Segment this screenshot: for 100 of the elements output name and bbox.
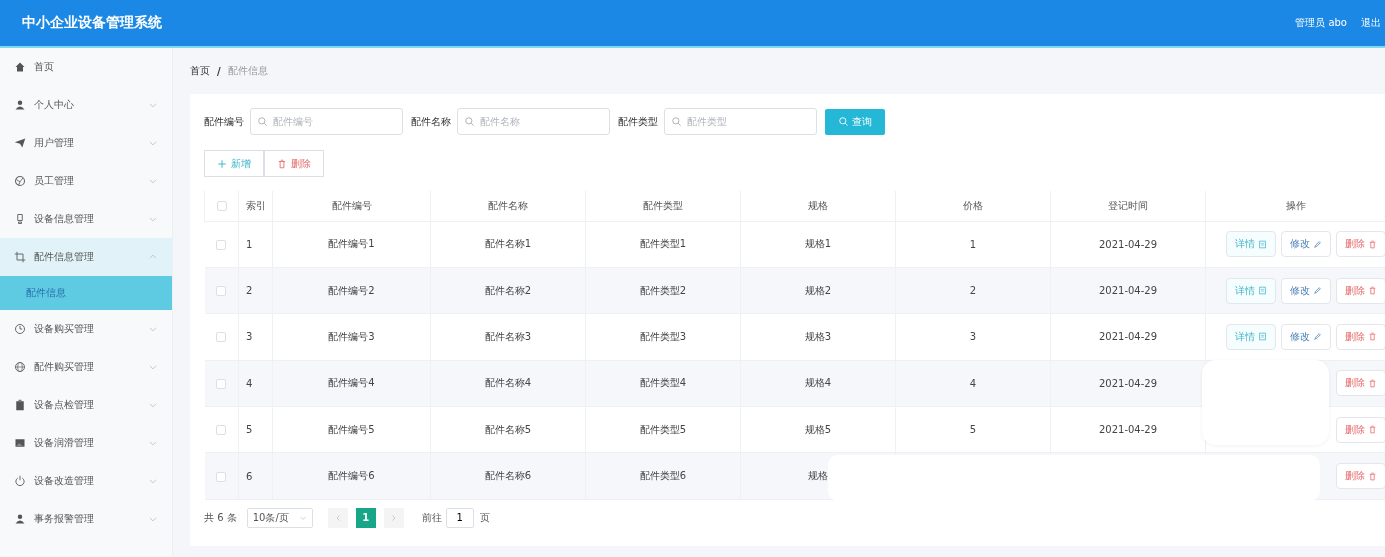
page-button[interactable]: 1 [355, 507, 376, 528]
search-button[interactable]: 查询 [825, 108, 885, 135]
table-cell: 规格2 [740, 267, 896, 314]
table-cell: 规格5 [740, 406, 896, 453]
menu-item[interactable]: 设备改造管理 [0, 462, 172, 500]
chevron-down-icon [148, 324, 158, 334]
app-title: 中小企业设备管理系统 [22, 14, 162, 32]
search-field[interactable]: 配件名称 [457, 108, 610, 135]
checkbox[interactable] [216, 425, 227, 436]
table-cell: 5 [895, 406, 1051, 453]
delete-button[interactable]: 删除 [264, 150, 324, 177]
trash-icon [1368, 425, 1377, 435]
table-cell: 1 [238, 221, 273, 268]
chevron-up-icon [148, 252, 158, 262]
table-cell: 3 [895, 313, 1051, 361]
detail-button[interactable]: 详情 [1226, 323, 1276, 350]
delete-button[interactable]: 删除 [1336, 370, 1385, 397]
breadcrumb-separator: / [217, 65, 221, 77]
image-icon [14, 437, 26, 449]
table-cell: 2021-04-29 [1050, 221, 1206, 268]
table-cell: 2 [238, 267, 273, 314]
chevron-down-icon [148, 400, 158, 410]
table-cell: 规格4 [740, 360, 896, 407]
edit-button[interactable]: 修改 [1281, 323, 1331, 350]
table-cell: 5 [238, 406, 273, 453]
field-label: 配件编号 [204, 114, 244, 129]
table-cell: 配件编号1 [272, 221, 431, 268]
checkbox[interactable] [216, 201, 227, 212]
page-unit-label: 页 [479, 510, 490, 525]
trash-icon [1368, 286, 1377, 296]
checkbox[interactable] [216, 286, 227, 297]
user-icon [14, 513, 26, 525]
column-header: 索引 [238, 191, 273, 221]
column-header: 价格 [895, 191, 1051, 221]
search-field[interactable]: 配件类型 [664, 108, 817, 135]
table-cell: 3 [238, 313, 273, 361]
previous-page-button[interactable] [327, 507, 348, 528]
page-size-select[interactable]: 10条/页 [246, 507, 313, 528]
delete-button[interactable]: 删除 [1336, 277, 1385, 304]
document-icon [1258, 332, 1267, 342]
menu-item[interactable]: 事务报警管理 [0, 500, 172, 538]
detail-button[interactable]: 详情 [1226, 231, 1276, 258]
table-cell: 4 [238, 360, 273, 407]
edit-button[interactable]: 修改 [1281, 277, 1331, 304]
menu-item[interactable]: 用户管理 [0, 124, 172, 162]
menu-item[interactable]: 员工管理 [0, 162, 172, 200]
menu-item[interactable]: 设备点检管理 [0, 386, 172, 424]
table-cell: 配件名称6 [430, 452, 586, 500]
table-cell: 配件类型1 [585, 221, 741, 268]
checkbox[interactable] [216, 471, 227, 482]
menu-item[interactable]: 首页 [0, 48, 172, 86]
pencil-icon [1313, 332, 1322, 342]
menu-item[interactable]: 个人中心 [0, 86, 172, 124]
breadcrumb-item: 配件信息 [227, 64, 268, 78]
table-cell: 配件名称2 [430, 267, 586, 314]
checkbox[interactable] [216, 332, 227, 343]
page-number-field[interactable]: 1 [445, 507, 474, 528]
lightbulb-icon [14, 213, 26, 225]
menu-item[interactable]: 配件购买管理 [0, 348, 172, 386]
checkbox[interactable] [216, 239, 227, 250]
delete-button[interactable]: 删除 [1336, 231, 1385, 258]
add-button[interactable]: 新增 [204, 150, 264, 177]
delete-button[interactable]: 删除 [1336, 416, 1385, 443]
table-cell: 配件编号5 [272, 406, 431, 453]
chevron-down-icon [148, 438, 158, 448]
menu-item[interactable]: 配件信息管理 [0, 238, 172, 276]
trash-icon [1368, 332, 1377, 342]
plus-icon [217, 158, 227, 169]
breadcrumb-item[interactable]: 首页 [190, 64, 210, 78]
chevron-right-icon [389, 513, 398, 522]
paper-plane-icon [14, 137, 26, 149]
table-cell: 1 [895, 221, 1051, 268]
menu-item[interactable]: 设备润滑管理 [0, 424, 172, 462]
table-cell: 配件类型6 [585, 452, 741, 500]
table-cell: 配件名称3 [430, 313, 586, 361]
chevron-down-icon [148, 138, 158, 148]
globe-icon [14, 175, 26, 187]
user-icon [14, 99, 26, 111]
table-cell: 6 [238, 452, 273, 500]
next-page-button[interactable] [383, 507, 404, 528]
submenu-item[interactable]: 配件信息 [0, 276, 172, 310]
clock-icon [14, 323, 26, 335]
home-icon [14, 61, 26, 73]
table-cell: 4 [895, 360, 1051, 407]
table-cell: 配件编号2 [272, 267, 431, 314]
checkbox[interactable] [216, 378, 227, 389]
column-header: 登记时间 [1050, 191, 1206, 221]
table-cell: 配件类型3 [585, 313, 741, 361]
table-cell: 规格1 [740, 221, 896, 268]
search-icon [671, 116, 682, 127]
delete-button[interactable]: 删除 [1336, 323, 1385, 350]
menu-item[interactable]: 设备购买管理 [0, 310, 172, 348]
detail-button[interactable]: 详情 [1226, 277, 1276, 304]
delete-button[interactable]: 删除 [1336, 463, 1385, 490]
globe-icon [14, 361, 26, 373]
field-label: 配件类型 [618, 114, 658, 129]
menu-item[interactable]: 设备信息管理 [0, 200, 172, 238]
edit-button[interactable]: 修改 [1281, 231, 1331, 258]
search-field[interactable]: 配件编号 [250, 108, 403, 135]
logout-link[interactable]: 退出 [1361, 16, 1381, 30]
